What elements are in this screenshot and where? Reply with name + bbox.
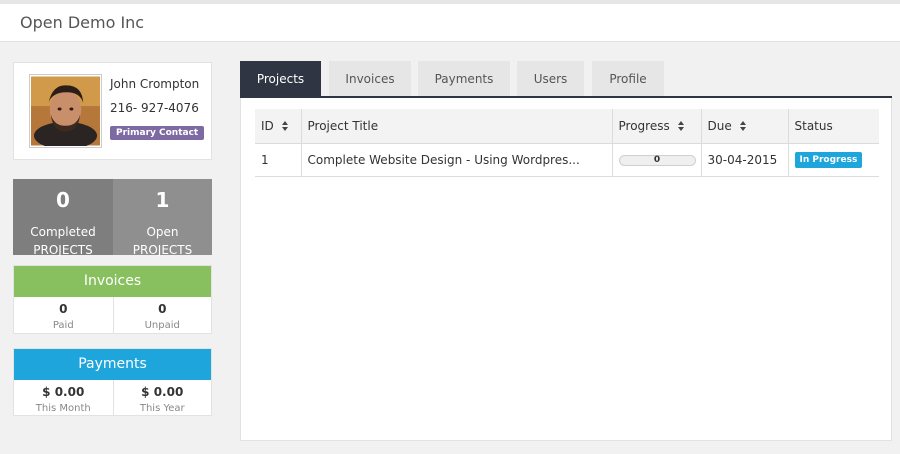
table-header-row: ID Project Title Progress Due Status (255, 109, 879, 144)
contact-phone: 216- 927-4076 (110, 101, 199, 115)
page-header: Open Demo Inc (0, 4, 900, 42)
payments-summary: Payments $ 0.00 This Month $ 0.00 This Y… (13, 348, 212, 416)
completed-projects-stat[interactable]: 0 Completed PROJECTS (13, 179, 113, 257)
contact-card: John Crompton 216- 927-4076 Primary Cont… (13, 62, 212, 160)
status-badge: In Progress (794, 152, 863, 168)
tab-invoices[interactable]: Invoices (329, 61, 411, 97)
payments-this-month-label: This Month (35, 403, 91, 414)
column-header-project-title: Project Title (301, 109, 613, 144)
column-header-status: Status (788, 109, 879, 144)
column-header-due[interactable]: Due (701, 109, 789, 144)
invoices-paid-value: 0 (59, 302, 68, 316)
open-projects-sublabel: PROJECTS (132, 243, 193, 257)
sort-icon[interactable] (281, 121, 289, 132)
completed-projects-count: 0 (56, 188, 70, 212)
tab-users[interactable]: Users (517, 61, 584, 97)
tab-bar: Projects Invoices Payments Users Profile (240, 61, 892, 98)
table-row[interactable]: 1 Complete Website Design - Using Wordpr… (255, 143, 879, 177)
payments-this-year-value: $ 0.00 (141, 385, 184, 399)
invoices-summary: Invoices 0 Paid 0 Unpaid (13, 265, 212, 334)
payments-this-year: $ 0.00 This Year (112, 380, 212, 416)
payments-summary-title: Payments (14, 349, 211, 380)
column-header-due-label: Due (707, 118, 732, 133)
progress-bar: 0 (618, 155, 696, 166)
open-projects-count: 1 (155, 188, 170, 212)
cell-status: In Progress (788, 143, 879, 177)
column-header-id-label: ID (261, 118, 274, 133)
primary-contact-badge: Primary Contact (110, 126, 205, 140)
sort-icon[interactable] (739, 121, 747, 132)
tab-profile[interactable]: Profile (592, 61, 664, 97)
open-projects-stat[interactable]: 1 Open PROJECTS (113, 179, 212, 257)
invoices-paid: 0 Paid (14, 297, 113, 333)
tab-payments[interactable]: Payments (418, 61, 510, 97)
avatar-photo (31, 76, 100, 146)
column-header-progress-label: Progress (618, 118, 670, 133)
column-header-status-label: Status (794, 118, 833, 133)
projects-table: ID Project Title Progress Due Status 1 C… (255, 109, 879, 177)
projects-panel: ID Project Title Progress Due Status 1 C… (240, 98, 892, 441)
cell-due: 30-04-2015 (701, 143, 789, 177)
completed-projects-label: Completed (30, 225, 96, 239)
page-title: Open Demo Inc (20, 13, 145, 32)
progress-bar-label: 0 (653, 155, 661, 165)
completed-projects-sublabel: PROJECTS (33, 243, 93, 257)
column-header-project-title-label: Project Title (307, 118, 379, 133)
invoices-unpaid: 0 Unpaid (112, 297, 212, 333)
project-stats: 0 Completed PROJECTS 1 Open PROJECTS (13, 179, 212, 257)
cell-project-title[interactable]: Complete Website Design - Using Wordpres… (301, 143, 613, 177)
cell-progress: 0 (612, 143, 702, 177)
open-projects-label: Open (146, 225, 179, 239)
invoices-paid-label: Paid (52, 320, 74, 331)
invoices-unpaid-value: 0 (158, 302, 167, 316)
contact-name[interactable]: John Crompton (110, 77, 199, 91)
payments-this-month: $ 0.00 This Month (14, 380, 113, 416)
column-header-id[interactable]: ID (255, 109, 302, 144)
sort-icon[interactable] (677, 121, 685, 132)
payments-this-year-label: This Year (139, 403, 185, 414)
main-content: Projects Invoices Payments Users Profile… (240, 58, 892, 441)
cell-id: 1 (255, 143, 302, 177)
column-header-progress[interactable]: Progress (612, 109, 702, 144)
invoices-summary-title: Invoices (14, 266, 211, 297)
payments-this-month-value: $ 0.00 (42, 385, 85, 399)
avatar[interactable] (29, 74, 102, 148)
invoices-unpaid-label: Unpaid (144, 320, 180, 331)
tab-projects[interactable]: Projects (240, 61, 321, 97)
